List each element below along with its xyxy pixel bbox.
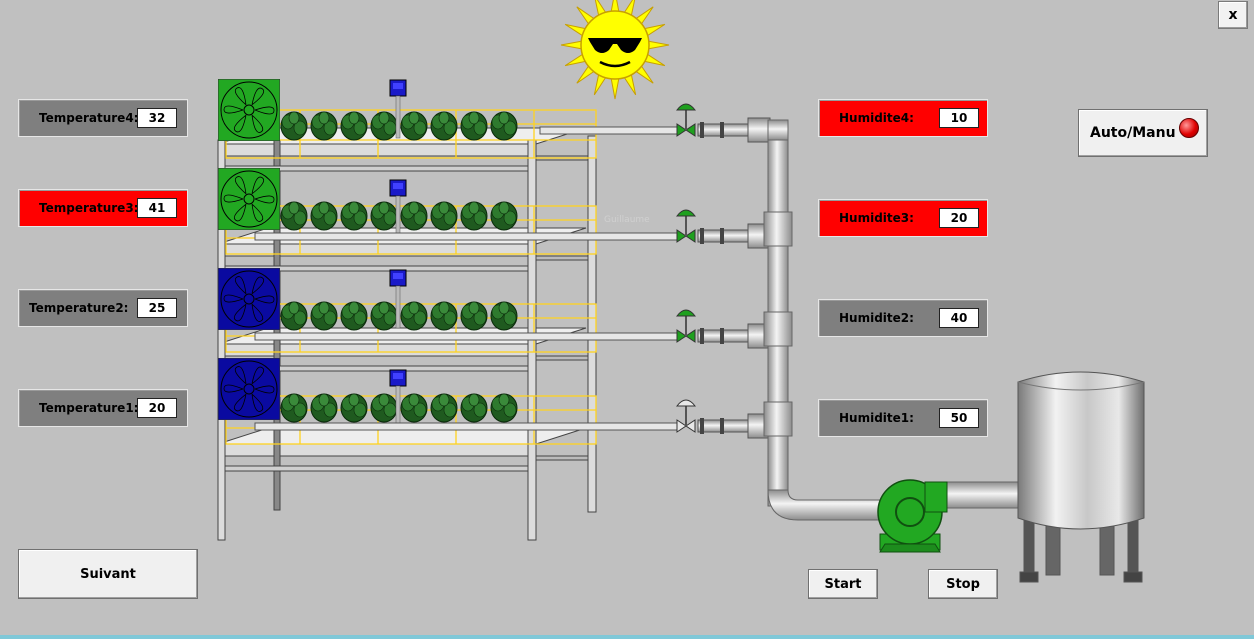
plant-icon — [370, 111, 398, 141]
plant-icon — [400, 301, 428, 331]
plant-icon — [460, 201, 488, 231]
humidite2-value: 40 — [939, 308, 979, 328]
plant-icon — [460, 111, 488, 141]
plant-icon — [310, 201, 338, 231]
plant-icon — [340, 201, 368, 231]
temperature2-value: 25 — [137, 298, 177, 318]
plant-icon — [460, 301, 488, 331]
fan-1 — [217, 357, 281, 421]
suivant-button[interactable]: Suivant — [18, 549, 198, 599]
tank-icon — [1017, 371, 1145, 583]
temperature4-label: Temperature4: — [39, 111, 139, 125]
temperature2-label: Temperature2: — [29, 301, 129, 315]
svg-text:Guillaume: Guillaume — [604, 215, 650, 225]
plant-icon — [400, 111, 428, 141]
plant-icon — [490, 393, 518, 423]
auto-manu-button[interactable]: Auto/Manu — [1078, 109, 1208, 157]
plant-icon — [370, 301, 398, 331]
humidite4-label: Humidite4: — [839, 111, 914, 125]
fan-icon — [217, 267, 281, 331]
valve-icon — [675, 209, 771, 249]
temperature3-panel: Temperature3: 41 — [18, 189, 188, 227]
status-indicator-icon — [1179, 118, 1199, 138]
valve-icon — [675, 309, 771, 349]
humidite2-panel: Humidite2: 40 — [818, 299, 988, 337]
plant-icon — [280, 111, 308, 141]
humidite1-panel: Humidite1: 50 — [818, 399, 988, 437]
plant-icon — [430, 301, 458, 331]
temperature3-value: 41 — [137, 198, 177, 218]
plant-icon — [430, 201, 458, 231]
plant-icon — [340, 111, 368, 141]
plant-icon — [280, 393, 308, 423]
auto-manu-label: Auto/Manu — [1090, 125, 1176, 141]
plant-icon — [490, 301, 518, 331]
temperature1-panel: Temperature1: 20 — [18, 389, 188, 427]
start-button[interactable]: Start — [808, 569, 878, 599]
humidite3-label: Humidite3: — [839, 211, 914, 225]
temperature1-value: 20 — [137, 398, 177, 418]
plant-icon — [310, 301, 338, 331]
plant-icon — [310, 393, 338, 423]
humidite4-value: 10 — [939, 108, 979, 128]
temperature4-panel: Temperature4: 32 — [18, 99, 188, 137]
pump-icon — [877, 479, 948, 553]
plant-icon — [490, 201, 518, 231]
humidite3-value: 20 — [939, 208, 979, 228]
fan-icon — [217, 78, 281, 142]
plant-icon — [370, 393, 398, 423]
plant-icon — [280, 201, 308, 231]
fan-3 — [217, 167, 281, 231]
humidite4-panel: Humidite4: 10 — [818, 99, 988, 137]
plant-icon — [430, 393, 458, 423]
greenhouse-process-diagram: Guillaume — [217, 79, 1145, 583]
valve-icon — [675, 399, 771, 439]
temperature2-panel: Temperature2: 25 — [18, 289, 188, 327]
valves — [675, 103, 771, 439]
valve-icon — [675, 103, 771, 143]
plant-icon — [280, 301, 308, 331]
stop-button[interactable]: Stop — [928, 569, 998, 599]
plant-icon — [310, 111, 338, 141]
plant-icon — [340, 301, 368, 331]
humidite1-label: Humidite1: — [839, 411, 914, 425]
shelf-pipes — [254, 126, 681, 431]
plant-icon — [400, 393, 428, 423]
plant-icon — [340, 393, 368, 423]
plant-icon — [400, 201, 428, 231]
humidite2-label: Humidite2: — [839, 311, 914, 325]
fan-4 — [217, 78, 281, 142]
temperature1-label: Temperature1: — [39, 401, 139, 415]
plant-icon — [490, 111, 518, 141]
plant-icon — [430, 111, 458, 141]
humidite1-value: 50 — [939, 408, 979, 428]
temperature3-label: Temperature3: — [39, 201, 139, 215]
temperature4-value: 32 — [137, 108, 177, 128]
humidite3-panel: Humidite3: 20 — [818, 199, 988, 237]
fan-icon — [217, 357, 281, 421]
fan-icon — [217, 167, 281, 231]
fan-2 — [217, 267, 281, 331]
plant-icon — [370, 201, 398, 231]
plant-icon — [460, 393, 488, 423]
